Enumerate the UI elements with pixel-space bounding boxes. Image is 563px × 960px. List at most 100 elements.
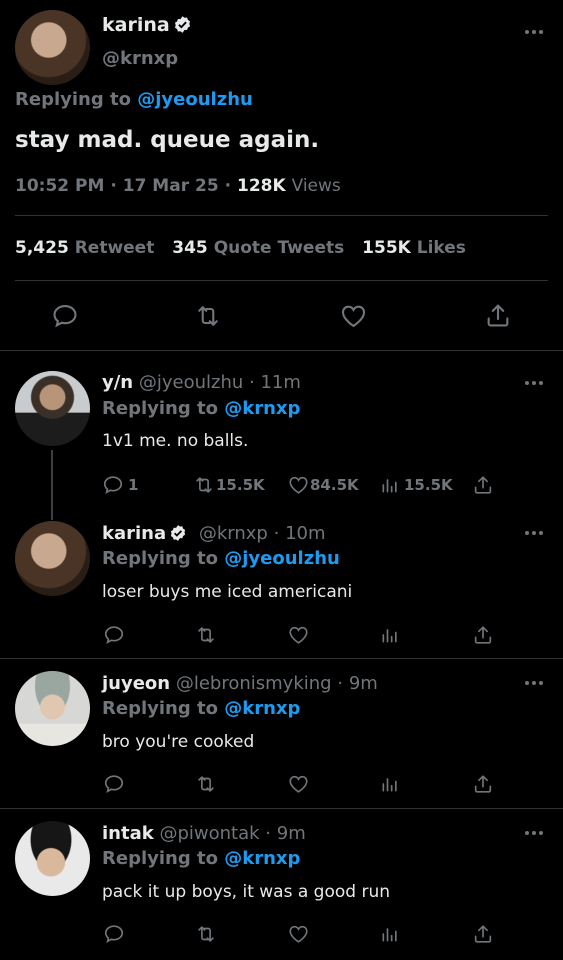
- reply-author-handle[interactable]: @piwontak: [159, 823, 259, 844]
- share-icon[interactable]: [472, 773, 494, 795]
- verified-icon: [174, 16, 190, 33]
- reply-author-name[interactable]: juyeon: [102, 673, 170, 694]
- like-icon: [289, 476, 308, 494]
- tweet-text: stay mad. queue again.: [15, 127, 320, 153]
- divider: [15, 280, 548, 281]
- author-name-text: karina: [102, 14, 170, 36]
- views-count: 128K: [236, 176, 286, 196]
- divider: [15, 215, 548, 216]
- views-icon[interactable]: [380, 923, 400, 945]
- tweet-meta: 10:52 PM · 17 Mar 25 · 128K Views: [15, 176, 341, 196]
- verified-icon: [171, 525, 186, 541]
- reply-icon: [103, 476, 123, 494]
- more-icon[interactable]: [525, 828, 545, 838]
- share-icon[interactable]: [472, 624, 494, 646]
- replying-to: Replying to @krnxp: [102, 398, 300, 419]
- replying-to-link[interactable]: @jyeoulzhu: [224, 548, 340, 569]
- more-icon[interactable]: [525, 678, 545, 688]
- reply-time[interactable]: 9m: [349, 673, 378, 694]
- thread-line: [51, 450, 53, 520]
- separator: ·: [337, 673, 344, 694]
- divider: [0, 350, 563, 351]
- reply-header: juyeon @lebronismyking · 9m: [102, 673, 378, 694]
- reply-header: karina @krnxp · 10m: [102, 523, 326, 544]
- reply-time[interactable]: 11m: [260, 372, 300, 393]
- like-action[interactable]: 84.5K: [287, 474, 359, 496]
- like-icon[interactable]: [339, 302, 368, 330]
- retweets-count: 5,425: [15, 238, 69, 258]
- like-count: 84.5K: [310, 476, 359, 494]
- tweet-date[interactable]: 17 Mar 25: [123, 176, 219, 196]
- like-icon[interactable]: [287, 624, 310, 646]
- reply-author-name[interactable]: karina: [102, 523, 166, 544]
- separator: ·: [249, 372, 255, 393]
- replying-prefix: Replying to: [102, 398, 218, 419]
- replying-to-link[interactable]: @krnxp: [224, 398, 300, 419]
- quotes-stat[interactable]: 345 Quote Tweets: [172, 238, 344, 258]
- share-icon[interactable]: [472, 923, 494, 945]
- tweet-time[interactable]: 10:52 PM: [15, 176, 104, 196]
- view-count: 15.5K: [404, 476, 453, 494]
- avatar[interactable]: [15, 521, 90, 596]
- likes-stat[interactable]: 155K Likes: [362, 238, 466, 258]
- reply-author-name[interactable]: y/n: [102, 372, 133, 393]
- avatar[interactable]: [15, 10, 90, 85]
- reply-text: bro you're cooked: [102, 732, 255, 752]
- reply-icon[interactable]: [51, 302, 79, 330]
- more-icon[interactable]: [525, 27, 545, 37]
- views-icon[interactable]: [380, 624, 400, 646]
- retweet-icon[interactable]: [194, 624, 218, 646]
- reply-time[interactable]: 10m: [285, 523, 325, 544]
- reply-time[interactable]: 9m: [277, 823, 306, 844]
- reply-header: intak @piwontak · 9m: [102, 823, 306, 844]
- avatar[interactable]: [15, 671, 90, 746]
- replying-to: Replying to @krnxp: [102, 848, 300, 869]
- reply-header: y/n @jyeoulzhu · 11m: [102, 372, 301, 393]
- likes-label: Likes: [416, 238, 466, 258]
- reply-count: 1: [128, 476, 139, 494]
- reply-text: 1v1 me. no balls.: [102, 431, 249, 451]
- author-name[interactable]: karina: [102, 14, 192, 36]
- retweet-icon[interactable]: [194, 923, 218, 945]
- replying-to: Replying to @krnxp: [102, 698, 300, 719]
- likes-count: 155K: [362, 238, 411, 258]
- replying-to: Replying to @jyeoulzhu: [102, 548, 340, 569]
- author-handle[interactable]: @krnxp: [102, 48, 178, 69]
- replying-to-link[interactable]: @krnxp: [224, 848, 300, 869]
- reply-action[interactable]: 1: [102, 474, 138, 496]
- more-icon[interactable]: [525, 378, 545, 388]
- replying-to: Replying to @jyeoulzhu: [15, 89, 253, 110]
- separator: ·: [273, 523, 280, 544]
- separator: ·: [110, 176, 117, 196]
- more-icon[interactable]: [525, 528, 545, 538]
- quotes-count: 345: [172, 238, 208, 258]
- reply-icon[interactable]: [103, 773, 125, 795]
- views-icon[interactable]: [380, 773, 400, 795]
- retweet-icon[interactable]: [194, 773, 218, 795]
- reply-author-handle[interactable]: @lebronismyking: [176, 673, 332, 694]
- avatar[interactable]: [15, 821, 90, 896]
- views-action[interactable]: 15.5K: [380, 474, 453, 496]
- reply-icon[interactable]: [103, 624, 125, 646]
- avatar[interactable]: [15, 371, 90, 446]
- retweet-action[interactable]: 15.5K: [192, 474, 265, 496]
- reply-author-handle[interactable]: @jyeoulzhu: [139, 372, 243, 393]
- reply-author-handle[interactable]: @krnxp: [199, 523, 268, 544]
- like-icon[interactable]: [287, 923, 310, 945]
- retweet-icon[interactable]: [193, 302, 223, 330]
- replying-prefix: Replying to: [102, 698, 218, 719]
- replying-to-link[interactable]: @krnxp: [224, 698, 300, 719]
- replying-to-link[interactable]: @jyeoulzhu: [137, 89, 253, 110]
- retweets-stat[interactable]: 5,425 Retweet: [15, 238, 154, 258]
- retweets-label: Retweet: [74, 238, 155, 258]
- share-icon[interactable]: [472, 474, 494, 496]
- like-icon[interactable]: [287, 773, 310, 795]
- retweet-count: 15.5K: [216, 476, 265, 494]
- reply-text: pack it up boys, it was a good run: [102, 882, 391, 902]
- reply-author-name[interactable]: intak: [102, 823, 154, 844]
- reply-icon[interactable]: [103, 923, 125, 945]
- share-icon[interactable]: [484, 301, 512, 330]
- replying-prefix: Replying to: [102, 548, 218, 569]
- divider: [0, 658, 563, 659]
- quotes-label: Quote Tweets: [213, 238, 345, 258]
